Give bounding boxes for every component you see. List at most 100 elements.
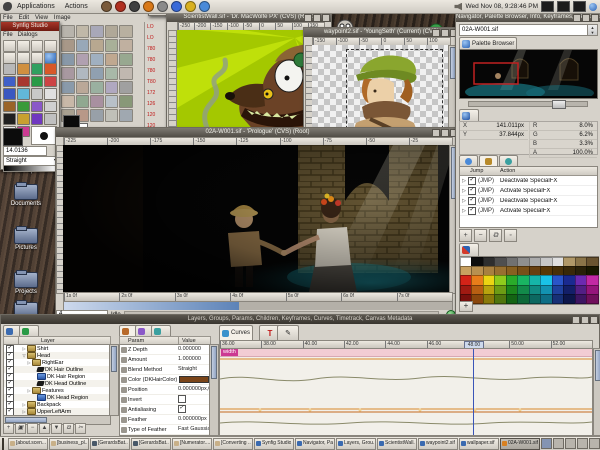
gimp-tool-button[interactable]	[90, 81, 104, 94]
param-value[interactable]	[178, 395, 210, 404]
gimp-tool-button[interactable]	[90, 25, 104, 38]
param-color-swatch[interactable]	[179, 376, 209, 383]
duplicate-keyframe-button[interactable]: ⧉	[489, 229, 502, 242]
navigator-zoom-slider[interactable]	[468, 101, 588, 107]
gimp-tool-button[interactable]	[76, 81, 90, 94]
gimp-tool-button[interactable]	[76, 25, 90, 38]
window-thumb-applet[interactable]	[541, 1, 554, 12]
tool-button[interactable]	[3, 63, 16, 75]
param-row[interactable]: Blend Method Straight	[120, 365, 210, 375]
workspace-3[interactable]	[565, 438, 576, 449]
scientistwall-artwork[interactable]	[177, 30, 323, 134]
desktop-icon-pictures[interactable]: Pictures	[4, 228, 48, 251]
taskbar-window-button[interactable]: ScientistWall...	[377, 438, 417, 450]
gimp-tool-button[interactable]	[119, 109, 133, 122]
gimp-tool-button[interactable]	[105, 81, 119, 94]
brush-size-field[interactable]: 14.0136	[3, 146, 47, 156]
gimp-tool-button[interactable]	[61, 25, 75, 38]
gimp-tool-button[interactable]	[119, 81, 133, 94]
param-value[interactable]: 0.000000	[178, 345, 210, 354]
param-checkbox[interactable]	[178, 405, 186, 413]
time-slider-fill[interactable]	[64, 302, 239, 310]
tool-button[interactable]	[3, 101, 16, 113]
gimp-tool-button[interactable]	[105, 39, 119, 52]
launcher-icon[interactable]	[171, 1, 182, 12]
tool-button[interactable]	[31, 76, 44, 88]
gimp-tool-button[interactable]	[105, 25, 119, 38]
add-swatch-button[interactable]: +	[459, 301, 473, 312]
gimp-tool-button[interactable]	[90, 67, 104, 80]
taskbar-window-button[interactable]: [business_pl...	[49, 438, 89, 450]
actions-menu[interactable]: Actions	[60, 3, 93, 10]
layer-row[interactable]: ▷ UpperLeftArm	[4, 408, 110, 415]
param-row[interactable]: Color (DKHairColor)	[120, 375, 210, 385]
desktop-icon-projects[interactable]: Projects	[4, 272, 48, 295]
param-row[interactable]: Position 0.000000px,0.000000px	[120, 385, 210, 395]
layer-row[interactable]: DK Head Outline	[4, 380, 110, 387]
waypoint2-canvas[interactable]	[312, 45, 449, 134]
gimp-tool-button[interactable]	[105, 67, 119, 80]
save-as-button[interactable]	[44, 40, 57, 52]
curves-graph[interactable]: width	[219, 348, 593, 436]
time-cursor[interactable]	[473, 349, 474, 435]
gimp-tool-button[interactable]	[105, 53, 119, 66]
taskbar-window-button[interactable]: [GerardsBat...	[131, 438, 171, 450]
window-buttons[interactable]	[572, 316, 598, 324]
param-row[interactable]: Invert	[120, 395, 210, 405]
tool-button[interactable]	[3, 76, 16, 88]
curves-tab[interactable]: Curves	[219, 325, 253, 340]
gimp-tool-button[interactable]	[105, 95, 119, 108]
selection-bounds[interactable]	[346, 49, 443, 134]
gimp-tool-button[interactable]	[61, 67, 75, 80]
tool-button[interactable]	[17, 88, 30, 100]
palette-swatch[interactable]	[586, 294, 599, 304]
gimp-tool-button[interactable]	[119, 39, 133, 52]
keyframe-row[interactable]: ▷ (JMP) Deactivate SpecialFX	[460, 196, 597, 206]
drawer-icon[interactable]	[2, 438, 4, 450]
save-button[interactable]	[31, 40, 44, 52]
new-file-button[interactable]	[3, 40, 16, 52]
gimp-tool-button[interactable]	[105, 109, 119, 122]
taskbar-window-button[interactable]: 02A-W001.sif	[500, 438, 540, 450]
keyframe-jump-link[interactable]: (JMP)	[478, 188, 500, 194]
curves-vscrollbar[interactable]	[593, 348, 600, 436]
param-value[interactable]	[178, 375, 210, 384]
combo-stepper[interactable]: ▲▼	[587, 24, 598, 36]
layer-row[interactable]: ▷ Shirt	[4, 345, 110, 352]
desktop-icon-documents[interactable]: Documents	[4, 184, 48, 207]
keyframe-checkbox[interactable]	[468, 207, 476, 215]
param-value[interactable]	[178, 405, 210, 414]
tool-button[interactable]	[31, 88, 44, 100]
slider-handle[interactable]	[552, 100, 566, 109]
window-buttons[interactable]	[573, 14, 599, 22]
gimp-tool-button[interactable]	[61, 39, 75, 52]
workspace-4[interactable]	[577, 438, 588, 449]
param-row[interactable]: Antialiasing	[120, 405, 210, 415]
gimp-tool-button[interactable]	[119, 53, 133, 66]
tool-button[interactable]	[17, 76, 30, 88]
main-canvas-artwork[interactable]	[63, 145, 451, 292]
gimp-tool-button[interactable]	[119, 67, 133, 80]
tool-button[interactable]	[31, 63, 44, 75]
notification-icon[interactable]	[589, 3, 597, 11]
launcher-icon[interactable]	[199, 1, 210, 12]
panel-clock[interactable]: Wed Nov 08, 9:28:46 PM	[465, 3, 538, 10]
layer-row[interactable]: ▷ Backpack	[4, 401, 110, 408]
window-buttons[interactable]	[304, 14, 330, 22]
param-row[interactable]: Type of Feather Fast Gaussian Blur	[120, 425, 210, 435]
open-file-button[interactable]	[17, 40, 30, 52]
toolbox-titlebar[interactable]: Synfig Studio	[1, 22, 59, 31]
layer-row[interactable]: DK Head Region	[4, 394, 110, 401]
taskbar-window-button[interactable]: [Numerator....	[172, 438, 212, 450]
keyframe-row[interactable]: ▷ (JMP) Activate SpecialFX	[460, 206, 597, 216]
layer-row[interactable]: ▷ Features	[4, 387, 110, 394]
add-keyframe-button[interactable]: +	[459, 229, 472, 242]
gimp-tool-button[interactable]	[76, 67, 90, 80]
raise-layer-button[interactable]: ▲	[39, 423, 50, 434]
palette-editor-tab[interactable]	[459, 243, 479, 256]
keyframe-checkbox[interactable]	[468, 197, 476, 205]
cut-layer-button[interactable]: ✂	[75, 423, 86, 434]
param-value[interactable]: 1.000000	[178, 355, 210, 364]
volume-icon[interactable]	[454, 3, 462, 11]
main-canvas-titlebar[interactable]: 02A-W001.sif - 'Prologue' (CVS) (Root)	[56, 128, 459, 137]
